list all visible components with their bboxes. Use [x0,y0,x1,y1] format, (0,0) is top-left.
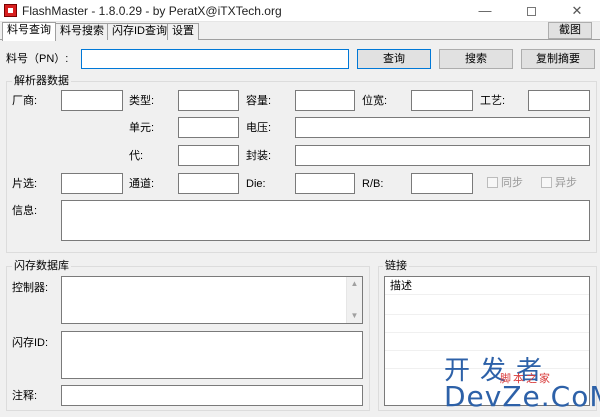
copy-summary-button[interactable]: 复制摘要 [521,49,595,69]
rb-field[interactable] [411,173,473,194]
cell-field[interactable] [178,117,239,138]
tab-settings[interactable]: 设置 [167,23,199,40]
close-button[interactable]: ✕ [554,0,600,22]
capacity-label: 容量: [246,95,272,107]
title-bar: FlashMaster - 1.8.0.29 - by PeratX@iTXTe… [0,0,600,22]
scroll-up-icon[interactable]: ▲ [347,277,362,291]
scroll-down-icon[interactable]: ▼ [347,309,362,323]
tab-pn-search[interactable]: 料号搜索 [55,23,109,40]
async-checkbox[interactable] [541,177,552,188]
parser-group-title: 解析器数据 [12,75,71,88]
pn-input[interactable] [81,49,349,69]
die-label: Die: [246,178,266,190]
bitwidth-field[interactable] [411,90,473,111]
tab-flashid-query[interactable]: 闪存ID查询 [107,23,172,40]
info-label: 信息: [12,205,38,217]
pn-label: 料号（PN）: [6,53,69,65]
search-button[interactable]: 搜索 [439,49,513,69]
controller-field[interactable]: ▲ ▼ [61,276,363,324]
info-field[interactable] [61,200,590,241]
flashid-field[interactable] [61,331,363,379]
package-label: 封装: [246,150,272,162]
bitwidth-label: 位宽: [362,95,388,107]
maximize-icon [526,7,536,17]
type-label: 类型: [129,95,155,107]
list-gridline [385,332,589,333]
links-column-header[interactable]: 描述 [385,277,589,295]
watermark-glyphs: DevZe.CoM [444,380,600,413]
controller-label: 控制器: [12,282,49,294]
process-label: 工艺: [480,95,506,107]
channel-field[interactable] [178,173,239,194]
cell-label: 单元: [129,122,155,134]
minimize-button[interactable]: — [462,0,508,22]
ce-field[interactable] [61,173,123,194]
type-field[interactable] [178,90,239,111]
vendor-label: 厂商: [12,95,38,107]
query-button[interactable]: 查询 [357,49,431,69]
controller-scrollbar[interactable]: ▲ ▼ [346,277,362,323]
tab-bar: 料号查询 料号搜索 闪存ID查询 设置 [0,22,600,41]
comment-label: 注释: [12,390,38,402]
generation-label: 代: [129,150,144,162]
ce-label: 片选: [12,178,38,190]
package-field[interactable] [295,145,590,166]
flashid-label: 闪存ID: [12,337,49,349]
capacity-field[interactable] [295,90,355,111]
flashdb-group-title: 闪存数据库 [12,260,71,273]
vendor-field[interactable] [61,90,123,111]
maximize-button[interactable] [508,0,554,22]
sync-checkbox[interactable] [487,177,498,188]
links-group-title: 链接 [383,260,409,273]
rb-label: R/B: [362,178,384,190]
voltage-field[interactable] [295,117,590,138]
generation-field[interactable] [178,145,239,166]
screenshot-button[interactable]: 截图 [548,22,592,39]
sync-label: 同步 [501,177,523,189]
channel-label: 通道: [129,178,155,190]
process-field[interactable] [528,90,590,111]
list-gridline [385,314,589,315]
window-title: FlashMaster - 1.8.0.29 - by PeratX@iTXTe… [22,4,282,18]
devze-watermark-logo: 开发者 脚本之家 DevZe.CoM [444,350,600,417]
async-label: 异步 [555,177,577,189]
comment-field[interactable] [61,385,363,406]
die-field[interactable] [295,173,355,194]
voltage-label: 电压: [246,122,272,134]
app-icon [4,4,17,17]
tab-pn-query[interactable]: 料号查询 [2,22,56,41]
